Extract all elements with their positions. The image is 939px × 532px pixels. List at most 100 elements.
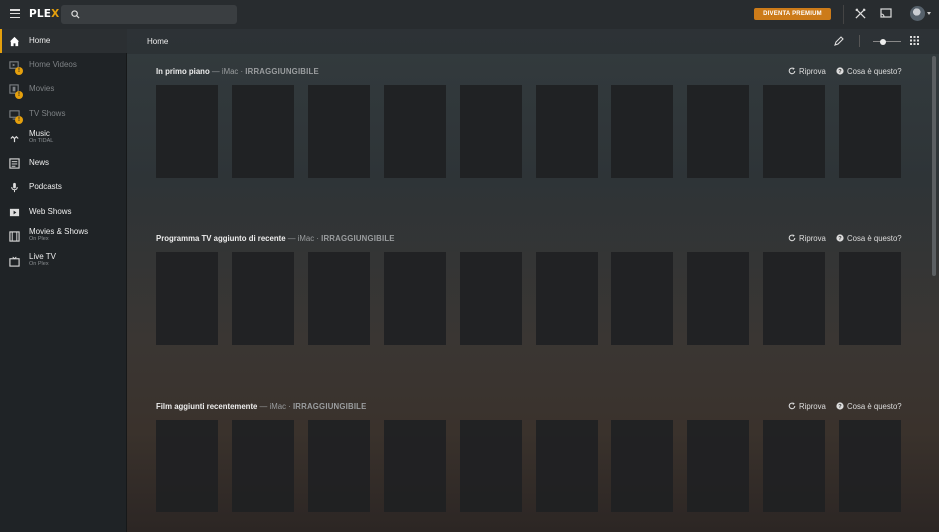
sidebar-item-home-videos[interactable]: ! Home Videos — [0, 53, 127, 77]
chevron-down-icon[interactable] — [927, 12, 931, 15]
poster-placeholder[interactable] — [156, 252, 218, 345]
poster-placeholder[interactable] — [687, 420, 749, 512]
poster-placeholder[interactable] — [384, 420, 446, 512]
poster-placeholder[interactable] — [763, 252, 825, 345]
web-shows-icon — [9, 208, 20, 217]
podcasts-icon — [11, 182, 18, 193]
svg-text:?: ? — [838, 69, 842, 75]
svg-text:?: ? — [838, 404, 842, 410]
warning-icon: ! — [15, 67, 23, 75]
sidebar-item-label: News — [29, 158, 50, 167]
activity-icon[interactable] — [855, 8, 866, 19]
sidebar-item-label: Music — [29, 129, 50, 138]
go-premium-button[interactable]: DIVENTA PREMIUM — [754, 8, 831, 20]
sidebar-item-label: Podcasts — [29, 182, 62, 191]
main-header: Home — [127, 29, 939, 54]
retry-button[interactable]: Riprova — [788, 402, 826, 411]
sidebar-item-label: Web Shows — [29, 207, 72, 216]
refresh-icon — [788, 402, 796, 410]
poster-placeholder[interactable] — [384, 252, 446, 345]
sidebar-item-sublabel: On TIDAL — [29, 138, 54, 144]
help-icon: ? — [836, 402, 844, 410]
home-icon — [9, 36, 20, 47]
poster-placeholder[interactable] — [536, 85, 598, 178]
sidebar-item-news[interactable]: News — [0, 151, 127, 175]
poster-placeholder[interactable] — [460, 420, 522, 512]
poster-placeholder[interactable] — [536, 252, 598, 345]
poster-placeholder[interactable] — [611, 85, 673, 178]
grid-icon[interactable] — [910, 36, 919, 45]
help-button[interactable]: ? Cosa è questo? — [836, 402, 902, 411]
scrollbar[interactable] — [932, 56, 936, 276]
help-icon: ? — [836, 234, 844, 242]
poster-placeholder[interactable] — [536, 420, 598, 512]
warning-icon: ! — [15, 91, 23, 99]
hub-title[interactable]: Programma TV aggiunto di recente — iMac … — [156, 234, 395, 243]
poster-placeholder[interactable] — [308, 420, 370, 512]
help-button[interactable]: ? Cosa è questo? — [836, 234, 902, 243]
poster-placeholder[interactable] — [763, 420, 825, 512]
sidebar-item-label: TV Shows — [29, 109, 66, 118]
poster-placeholder[interactable] — [232, 252, 294, 345]
warning-icon: ! — [15, 116, 23, 124]
top-bar: PLEX DIVENTA PREMIUM — [0, 0, 939, 29]
retry-button[interactable]: Riprova — [788, 67, 826, 76]
poster-placeholder[interactable] — [308, 252, 370, 345]
live-tv-icon — [9, 256, 20, 267]
sidebar-item-label: Live TV — [29, 252, 56, 261]
film-icon — [9, 231, 20, 242]
news-icon — [9, 158, 20, 169]
hub-title[interactable]: In primo piano — iMac · IRRAGGIUNGIBILE — [156, 67, 319, 76]
slider-handle[interactable] — [880, 38, 886, 45]
sidebar-item-sublabel: On Plex — [29, 261, 49, 267]
sidebar-item-label: Home — [29, 36, 51, 45]
poster-placeholder[interactable] — [611, 252, 673, 345]
poster-placeholder[interactable] — [232, 85, 294, 178]
sidebar-item-web-shows[interactable]: Web Shows — [0, 200, 127, 224]
poster-placeholder[interactable] — [839, 420, 901, 512]
help-icon: ? — [836, 67, 844, 75]
poster-placeholder[interactable] — [232, 420, 294, 512]
poster-placeholder[interactable] — [611, 420, 673, 512]
search-icon — [71, 10, 80, 19]
main-content: Home In primo piano — iMac · IRRAGGIUNGI… — [127, 29, 939, 532]
sidebar-item-podcasts[interactable]: Podcasts — [0, 175, 127, 199]
divider — [859, 35, 860, 47]
menu-icon[interactable] — [10, 9, 20, 19]
search-input[interactable] — [61, 5, 237, 24]
refresh-icon — [788, 234, 796, 242]
poster-placeholder[interactable] — [384, 85, 446, 178]
sidebar-item-label: Movies — [29, 84, 55, 93]
retry-button[interactable]: Riprova — [788, 234, 826, 243]
page-title: Home — [147, 37, 169, 46]
poster-size-slider[interactable] — [873, 41, 901, 42]
cast-icon[interactable] — [880, 8, 892, 19]
poster-placeholder[interactable] — [687, 85, 749, 178]
help-button[interactable]: ? Cosa è questo? — [836, 67, 902, 76]
avatar[interactable] — [910, 6, 925, 21]
poster-placeholder[interactable] — [839, 85, 901, 178]
sidebar-item-sublabel: On Plex — [29, 236, 49, 242]
sidebar-item-label: Movies & Shows — [29, 227, 89, 236]
sidebar-item-movies[interactable]: ! Movies — [0, 77, 127, 101]
sidebar-item-label: Home Videos — [29, 60, 77, 69]
sidebar-item-tv-shows[interactable]: ! TV Shows — [0, 102, 127, 126]
sidebar-item-music[interactable]: Music On TIDAL — [0, 126, 127, 150]
sidebar-item-live-tv[interactable]: Live TV On Plex — [0, 249, 127, 273]
plex-logo[interactable]: PLEX — [29, 8, 59, 20]
poster-placeholder[interactable] — [460, 252, 522, 345]
poster-placeholder[interactable] — [156, 420, 218, 512]
divider — [843, 5, 844, 24]
hub-title[interactable]: Film aggiunti recentemente — iMac · IRRA… — [156, 402, 367, 411]
svg-text:?: ? — [838, 236, 842, 242]
music-icon — [10, 135, 19, 143]
poster-placeholder[interactable] — [460, 85, 522, 178]
poster-placeholder[interactable] — [839, 252, 901, 345]
poster-placeholder[interactable] — [156, 85, 218, 178]
sidebar-item-home[interactable]: Home — [0, 29, 127, 53]
poster-placeholder[interactable] — [308, 85, 370, 178]
edit-icon[interactable] — [834, 36, 844, 46]
poster-placeholder[interactable] — [763, 85, 825, 178]
poster-placeholder[interactable] — [687, 252, 749, 345]
sidebar-item-movies-and-shows[interactable]: Movies & Shows On Plex — [0, 224, 127, 248]
